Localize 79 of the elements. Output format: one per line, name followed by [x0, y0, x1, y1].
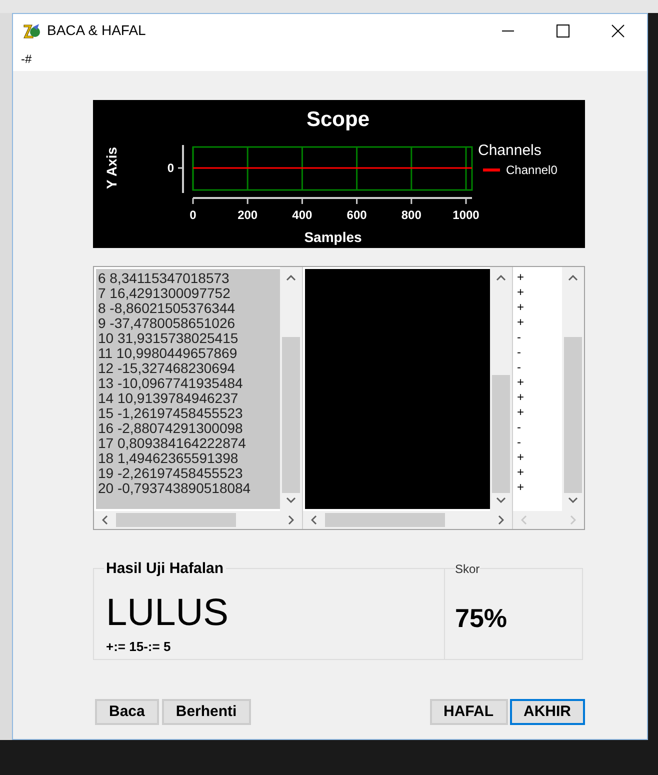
list-item[interactable]: 17 0,809384164222874: [98, 436, 280, 451]
verdict-text: LULUS: [106, 593, 230, 633]
action-button[interactable]: AKHIR: [510, 699, 585, 725]
window-title: BACA & HAFAL: [47, 21, 146, 40]
x-tick-label: 400: [292, 208, 312, 222]
scroll-up-icon[interactable]: [568, 275, 578, 281]
action-button[interactable]: HAFAL: [430, 699, 508, 725]
x-tick-label: 600: [346, 208, 367, 222]
data-listbox[interactable]: [94, 267, 303, 529]
scroll-left-icon[interactable]: [102, 515, 108, 525]
legend-swatch: [483, 168, 500, 172]
app-logo-icon: [23, 22, 41, 38]
y-tick-label: 0: [167, 161, 174, 175]
output-listbox[interactable]: [303, 267, 513, 529]
scroll-thumb[interactable]: [282, 337, 300, 493]
list-item[interactable]: 13 -10,0967741935484: [98, 376, 280, 391]
list-item[interactable]: +: [517, 465, 562, 480]
list-item[interactable]: -: [517, 420, 562, 435]
horizontal-scrollbar[interactable]: [303, 511, 512, 529]
list-item[interactable]: 19 -2,26197458455523: [98, 466, 280, 481]
list-item[interactable]: +: [517, 270, 562, 285]
list-item[interactable]: +: [517, 450, 562, 465]
list-item[interactable]: 20 -0,793743890518084: [98, 481, 280, 496]
list-item[interactable]: 6 8,34115347018573: [98, 271, 280, 286]
x-tick-label: 800: [401, 208, 422, 222]
list-item[interactable]: -: [517, 435, 562, 450]
maximize-icon[interactable]: [556, 24, 570, 38]
list-item[interactable]: 11 10,9980449657869: [98, 346, 280, 361]
list-item[interactable]: +: [517, 390, 562, 405]
sign-listbox[interactable]: + + + + - - - + + + - - + + +: [513, 267, 584, 529]
horizontal-scrollbar[interactable]: [94, 511, 302, 529]
action-button[interactable]: Berhenti: [162, 699, 251, 725]
list-item[interactable]: 18 1,49462365591398: [98, 451, 280, 466]
scroll-down-icon[interactable]: [496, 497, 506, 503]
scroll-thumb[interactable]: [492, 375, 510, 493]
scroll-left-icon[interactable]: [311, 515, 317, 525]
y-axis-label: Y Axis: [104, 146, 120, 190]
x-tick-label: 0: [190, 208, 196, 222]
list-item[interactable]: +: [517, 315, 562, 330]
vertical-scrollbar[interactable]: [280, 267, 302, 511]
list-item[interactable]: -: [517, 345, 562, 360]
list-item[interactable]: +: [517, 285, 562, 300]
list-item[interactable]: -: [517, 360, 562, 375]
list-item[interactable]: 10 31,9315738025415: [98, 331, 280, 346]
list-item[interactable]: 14 10,9139784946237: [98, 391, 280, 406]
vertical-scrollbar[interactable]: [490, 267, 512, 511]
scroll-down-icon[interactable]: [568, 497, 578, 503]
counts-text: +:= 15-:= 5: [106, 638, 172, 656]
list-item[interactable]: +: [517, 300, 562, 315]
list-item[interactable]: -: [517, 330, 562, 345]
action-button[interactable]: Baca: [95, 699, 159, 725]
x-axis-label: Samples: [304, 229, 362, 245]
scroll-thumb[interactable]: [564, 337, 582, 493]
scroll-right-icon[interactable]: [288, 515, 294, 525]
y-axis: [178, 145, 184, 193]
x-tick-label: 200: [238, 208, 258, 222]
menu-item[interactable]: -#: [21, 50, 32, 68]
score-value: 75%: [455, 602, 508, 634]
scroll-down-icon[interactable]: [286, 497, 296, 503]
list-item[interactable]: 12 -15,327468230694: [98, 361, 280, 376]
scroll-up-icon[interactable]: [286, 275, 296, 281]
list-item[interactable]: 15 -1,26197458455523: [98, 406, 280, 421]
close-icon[interactable]: [611, 24, 625, 38]
legend-title: Channels: [478, 142, 542, 159]
scroll-right-icon[interactable]: [498, 515, 504, 525]
scroll-up-icon[interactable]: [496, 275, 506, 281]
list-item[interactable]: 7 16,4291300097752: [98, 286, 280, 301]
list-item[interactable]: +: [517, 375, 562, 390]
x-tick-label: 1000: [452, 208, 480, 222]
scroll-thumb[interactable]: [116, 513, 236, 527]
scroll-thumb[interactable]: [325, 513, 445, 527]
list-item[interactable]: 16 -2,88074291300098: [98, 421, 280, 436]
list-item[interactable]: 9 -37,4780058651026: [98, 316, 280, 331]
list-item[interactable]: +: [517, 405, 562, 420]
legend-label: Channel0: [506, 163, 558, 177]
list-item[interactable]: 8 -8,86021505376344: [98, 301, 280, 316]
list-item[interactable]: +: [517, 480, 562, 495]
scope-title: Scope: [306, 108, 370, 131]
vertical-scrollbar[interactable]: [562, 267, 584, 511]
